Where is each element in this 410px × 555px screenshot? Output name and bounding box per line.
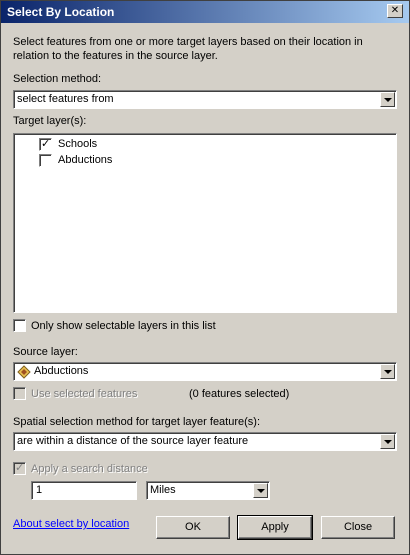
polygon-layer-icon bbox=[17, 365, 31, 379]
close-button[interactable]: Close bbox=[321, 516, 395, 539]
spatial-method-value: are within a distance of the source laye… bbox=[17, 435, 249, 447]
apply-button[interactable]: Apply bbox=[237, 515, 313, 540]
chevron-down-icon[interactable] bbox=[253, 483, 268, 498]
select-by-location-dialog: Select By Location ✕ Select features fro… bbox=[0, 0, 410, 555]
dialog-description: Select features from one or more target … bbox=[13, 36, 363, 62]
apply-distance-label: Apply a search distance bbox=[31, 463, 148, 475]
title-bar[interactable]: Select By Location ✕ bbox=[1, 1, 409, 23]
target-layers-list[interactable]: ✓ Schools Abductions bbox=[13, 133, 397, 313]
chevron-down-icon[interactable] bbox=[380, 364, 395, 379]
distance-unit-dropdown[interactable]: Miles bbox=[146, 481, 270, 500]
schools-checkbox[interactable]: ✓ bbox=[39, 137, 52, 151]
only-selectable-label: Only show selectable layers in this list bbox=[31, 320, 216, 332]
spatial-method-label: Spatial selection method for target laye… bbox=[13, 416, 261, 428]
use-selected-label: Use selected features bbox=[31, 388, 138, 400]
source-layer-dropdown[interactable]: Abductions bbox=[13, 362, 397, 381]
selection-method-dropdown[interactable]: select features from bbox=[13, 90, 397, 109]
selection-method-label: Selection method: bbox=[13, 73, 102, 85]
distance-unit-value: Miles bbox=[150, 484, 176, 496]
chevron-down-icon[interactable] bbox=[380, 92, 395, 107]
distance-input[interactable]: 1 bbox=[31, 481, 137, 500]
close-window-button[interactable]: ✕ bbox=[387, 4, 403, 18]
dialog-title: Select By Location bbox=[7, 5, 115, 19]
abductions-checkbox[interactable] bbox=[39, 154, 52, 167]
chevron-down-icon[interactable] bbox=[380, 434, 395, 449]
about-select-by-location-link[interactable]: About select by location bbox=[13, 518, 129, 530]
target-layers-label: Target layer(s): bbox=[13, 115, 87, 127]
target-layer-schools-label: Schools bbox=[58, 138, 98, 150]
use-selected-checkbox[interactable] bbox=[13, 387, 26, 400]
distance-value: 1 bbox=[36, 484, 43, 496]
selection-method-value: select features from bbox=[17, 93, 114, 105]
source-layer-value: Abductions bbox=[34, 365, 89, 377]
only-selectable-checkbox[interactable] bbox=[13, 319, 26, 332]
check-icon: ✓ bbox=[41, 137, 51, 150]
apply-distance-checkbox[interactable]: ✓ bbox=[13, 461, 26, 475]
selected-count-text: (0 features selected) bbox=[189, 388, 290, 400]
ok-button[interactable]: OK bbox=[156, 516, 230, 539]
target-layer-abductions-label: Abductions bbox=[58, 154, 113, 166]
source-layer-label: Source layer: bbox=[13, 346, 78, 358]
check-icon: ✓ bbox=[15, 461, 25, 474]
spatial-method-dropdown[interactable]: are within a distance of the source laye… bbox=[13, 432, 397, 451]
